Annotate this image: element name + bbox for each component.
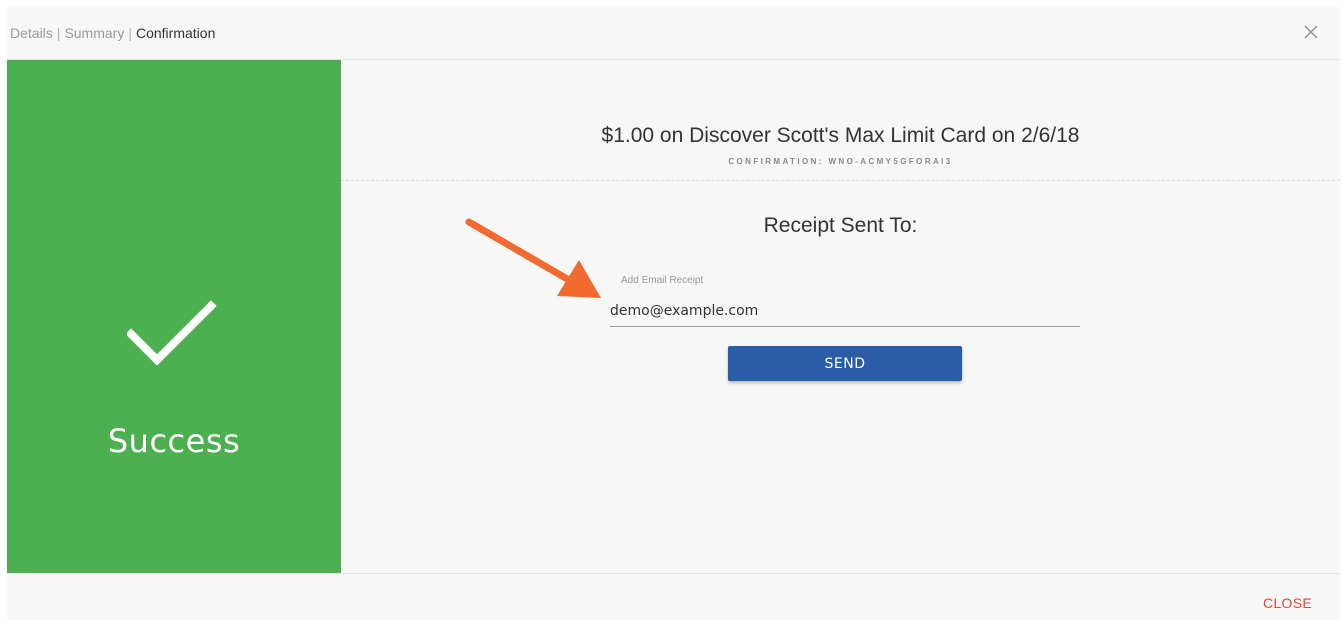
- dialog-footer: CLOSE: [7, 573, 1340, 620]
- confirmation-number: CONFIRMATION: WNO-ACMY5GFORAI3: [728, 157, 953, 166]
- close-button[interactable]: CLOSE: [1263, 595, 1312, 611]
- email-field-label: Add Email Receipt: [621, 275, 704, 286]
- breadcrumb-separator: |: [128, 25, 132, 41]
- breadcrumb-step-summary: Summary: [64, 25, 125, 41]
- breadcrumb-step-confirmation: Confirmation: [135, 25, 216, 41]
- confirmation-content: $1.00 on Discover Scott's Max Limit Card…: [341, 60, 1340, 573]
- send-button[interactable]: SEND: [728, 346, 962, 381]
- breadcrumb-step-details: Details: [10, 25, 53, 41]
- success-label: Success: [107, 422, 241, 460]
- breadcrumb-separator: |: [56, 25, 61, 41]
- breadcrumb: Details | Summary | Confirmation: [10, 25, 215, 41]
- section-divider: [341, 180, 1340, 181]
- payment-confirmation-dialog: Details | Summary | Confirmation Success $1.…: [7, 7, 1340, 620]
- arrow-icon: [461, 210, 611, 305]
- success-panel: Success: [7, 60, 341, 573]
- checkmark-icon: [125, 300, 217, 370]
- dialog-header: Details | Summary | Confirmation: [7, 7, 1340, 60]
- payment-headline: $1.00 on Discover Scott's Max Limit Card…: [601, 124, 1080, 147]
- email-receipt-input[interactable]: [610, 296, 1080, 327]
- close-icon[interactable]: [1300, 21, 1322, 43]
